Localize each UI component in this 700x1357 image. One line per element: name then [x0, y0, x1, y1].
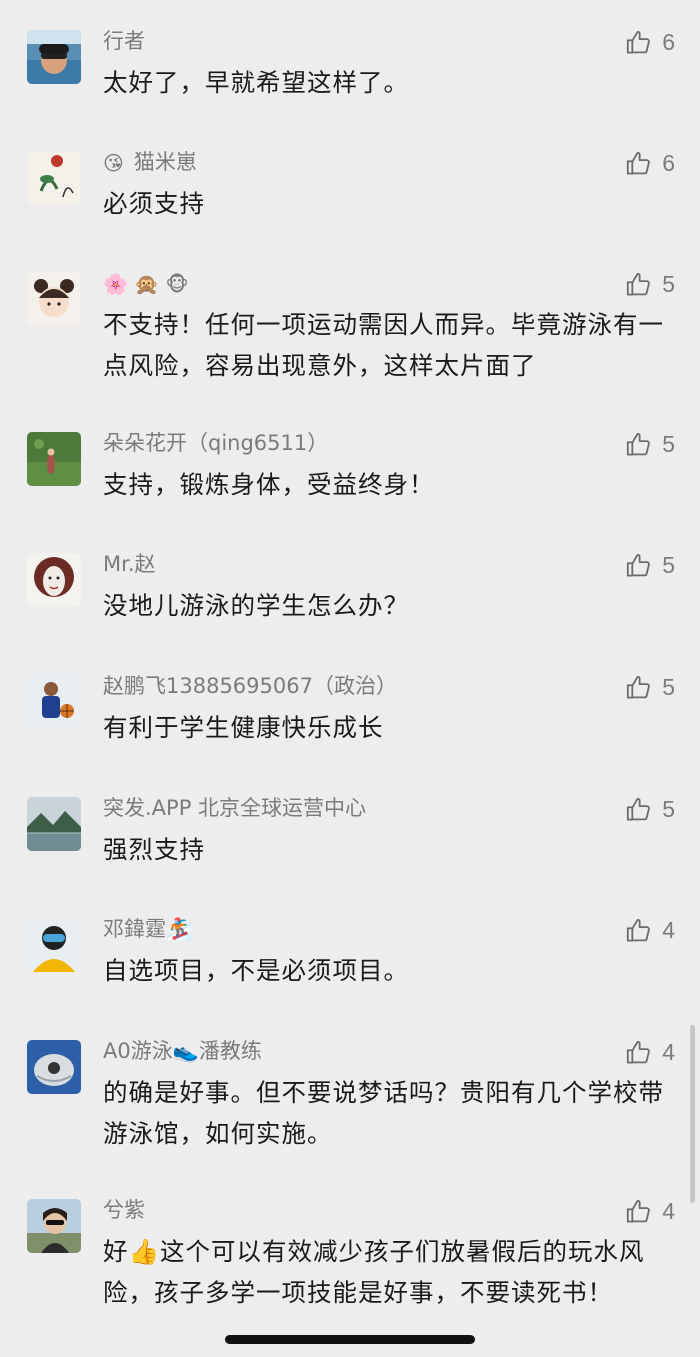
cartoon-girl-avatar-icon[interactable] — [27, 272, 81, 326]
comment-text: 有利于学生健康快乐成长 — [103, 713, 384, 742]
like-count: 6 — [662, 149, 675, 176]
thumbs-up-icon — [627, 151, 651, 175]
commenter-name[interactable]: 行者 — [103, 27, 145, 55]
comment-text: 自选项目，不是必须项目。 — [103, 956, 409, 985]
commenter-name[interactable]: 朵朵花开（qing6511） — [103, 429, 328, 457]
commenter-name[interactable]: 🌸 🙊 🐵 — [103, 269, 199, 297]
commenter-name[interactable]: 😘 猫米崽 — [103, 148, 197, 176]
like-count: 4 — [662, 916, 675, 943]
like-button[interactable]: 6 — [625, 27, 675, 57]
like-button[interactable]: 4 — [625, 1037, 675, 1067]
face-art-avatar-icon[interactable] — [27, 553, 81, 607]
kiss-emoji-icon: 😘 — [103, 151, 124, 175]
commenter-name[interactable]: A0游泳👟潘教练 — [103, 1037, 262, 1065]
like-button[interactable]: 4 — [625, 915, 675, 945]
lake-landscape-avatar-icon[interactable] — [27, 797, 81, 851]
like-count: 5 — [662, 430, 675, 457]
thumbs-up-icon — [627, 675, 651, 699]
like-count: 5 — [662, 795, 675, 822]
like-button[interactable]: 5 — [625, 429, 675, 459]
thumbs-up-icon — [627, 918, 651, 942]
snowboarder-avatar-icon[interactable] — [27, 918, 81, 972]
comment-text: 的确是好事。但不要说梦话吗？贵阳有几个学校带游泳馆，如何实施。 — [103, 1078, 664, 1148]
home-indicator[interactable] — [225, 1335, 475, 1344]
swimmer-avatar-icon[interactable] — [27, 30, 81, 84]
commenter-name[interactable]: Mr.赵 — [103, 550, 156, 578]
like-count: 5 — [662, 673, 675, 700]
like-button[interactable]: 5 — [625, 794, 675, 824]
basketball-player-avatar-icon[interactable] — [27, 675, 81, 729]
thumbs-up-icon — [627, 1040, 651, 1064]
like-count: 4 — [662, 1197, 675, 1224]
thumbs-up-icon — [627, 272, 651, 296]
comment-text: 太好了，早就希望这样了。 — [103, 68, 409, 97]
lotus-painting-avatar-icon[interactable] — [27, 151, 81, 205]
comment-text: 支持，锻炼身体，受益终身！ — [103, 470, 435, 499]
like-count: 6 — [662, 28, 675, 55]
comment-text: 不支持！任何一项运动需因人而异。毕竟游泳有一点风险，容易出现意外，这样太片面了 — [103, 310, 664, 380]
like-button[interactable]: 4 — [625, 1196, 675, 1226]
like-count: 4 — [662, 1038, 675, 1065]
commenter-name-text: 猫米崽 — [133, 150, 197, 174]
thumbs-up-icon — [627, 553, 651, 577]
like-count: 5 — [662, 270, 675, 297]
comment-text: 好👍这个可以有效减少孩子们放暑假后的玩水风险，孩子多学一项技能是好事，不要读死书… — [103, 1237, 645, 1307]
comment-text: 没地儿游泳的学生怎么办？ — [103, 591, 409, 620]
comment-text: 强烈支持 — [103, 835, 205, 864]
thumbs-up-icon — [627, 432, 651, 456]
field-photo-avatar-icon[interactable] — [27, 432, 81, 486]
thumbs-up-icon — [627, 797, 651, 821]
like-count: 5 — [662, 551, 675, 578]
commenter-name[interactable]: 兮紫 — [103, 1196, 145, 1224]
commenter-name[interactable]: 邓鍏霆🏂 — [103, 915, 192, 943]
commenter-name[interactable]: 赵鹏飞13885695067（政治） — [103, 672, 397, 700]
comment-text: 必须支持 — [103, 189, 205, 218]
flower-monkey-emoji-icon: 🌸 🙊 🐵 — [103, 272, 189, 296]
commenter-name[interactable]: 突发.APP 北京全球运营中心 — [103, 794, 366, 822]
scrollbar[interactable] — [690, 1025, 695, 1203]
woman-sunglasses-avatar-icon[interactable] — [27, 1199, 81, 1253]
like-button[interactable]: 5 — [625, 269, 675, 299]
like-button[interactable]: 5 — [625, 550, 675, 580]
thumbs-up-icon — [627, 1199, 651, 1223]
like-button[interactable]: 5 — [625, 672, 675, 702]
like-button[interactable]: 6 — [625, 148, 675, 178]
swim-cap-avatar-icon[interactable] — [27, 1040, 81, 1094]
thumbs-up-icon — [627, 30, 651, 54]
